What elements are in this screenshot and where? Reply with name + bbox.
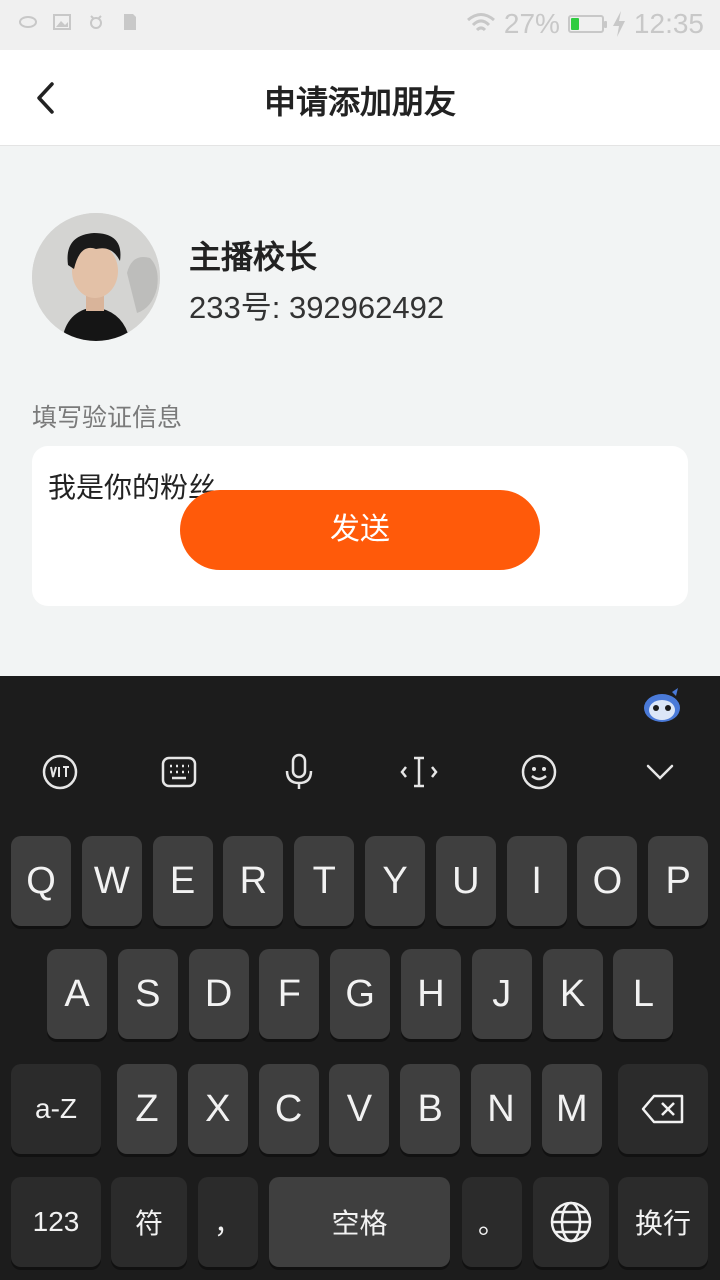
key-i[interactable]: I xyxy=(506,836,567,926)
keyboard-layout-icon[interactable] xyxy=(159,748,199,796)
key-r[interactable]: R xyxy=(223,836,284,926)
soft-keyboard: QWERTYUIOP ASDFGHJKL ZXCVBNM a-Z 123 符 ，… xyxy=(0,676,720,1280)
handwriting-icon[interactable] xyxy=(40,748,80,796)
symbols-key[interactable]: 符 xyxy=(111,1177,187,1267)
backspace-key[interactable] xyxy=(618,1064,708,1154)
key-g[interactable]: G xyxy=(330,949,391,1039)
key-o[interactable]: O xyxy=(577,836,638,926)
emoji-icon[interactable] xyxy=(519,748,559,796)
backspace-icon xyxy=(641,1094,684,1124)
header-bar: 申请添加朋友 xyxy=(0,50,720,146)
keyboard-toolbar xyxy=(0,748,720,798)
key-x[interactable]: X xyxy=(187,1064,248,1154)
status-icons-right: 27% 12:35 xyxy=(466,8,704,40)
key-z[interactable]: Z xyxy=(117,1064,177,1154)
cursor-icon[interactable] xyxy=(399,748,439,796)
period-key[interactable]: 。 xyxy=(462,1177,522,1267)
battery-percentage: 27% xyxy=(503,8,560,39)
key-j[interactable]: J xyxy=(471,949,532,1039)
clock: 12:35 xyxy=(633,8,704,39)
key-v[interactable]: V xyxy=(329,1064,390,1154)
numbers-key[interactable]: 123 xyxy=(11,1177,101,1267)
status-icons-left xyxy=(18,12,140,32)
send-button[interactable]: 发送 xyxy=(180,490,540,570)
microphone-icon[interactable] xyxy=(279,748,319,796)
key-a[interactable]: A xyxy=(47,949,107,1039)
space-key[interactable]: 空格 xyxy=(269,1177,450,1267)
key-p[interactable]: P xyxy=(648,836,709,926)
bug-icon xyxy=(90,15,102,29)
image-icon xyxy=(53,14,71,30)
key-h[interactable]: H xyxy=(401,949,461,1039)
profile-id-label: 233号: xyxy=(189,290,289,325)
language-key[interactable] xyxy=(533,1177,609,1267)
keyboard-mascot-icon[interactable] xyxy=(642,688,682,724)
collapse-keyboard-icon[interactable] xyxy=(640,748,680,796)
enter-key[interactable]: 换行 xyxy=(618,1177,708,1267)
key-f[interactable]: F xyxy=(259,949,320,1039)
key-y[interactable]: Y xyxy=(365,836,425,926)
key-d[interactable]: D xyxy=(188,949,249,1039)
key-c[interactable]: C xyxy=(258,1064,319,1154)
key-e[interactable]: E xyxy=(152,836,213,926)
status-bar: 27% 12:35 xyxy=(0,0,720,50)
key-l[interactable]: L xyxy=(613,949,674,1039)
profile-id: 233号: 392962492 xyxy=(189,282,444,327)
key-b[interactable]: B xyxy=(400,1064,461,1154)
wifi-icon xyxy=(466,13,495,32)
comma-key[interactable]: ， xyxy=(198,1177,258,1267)
verification-label: 填写验证信息 xyxy=(32,404,183,432)
sim-card-icon xyxy=(124,14,136,30)
key-q[interactable]: Q xyxy=(11,836,71,926)
charging-icon xyxy=(612,11,625,37)
profile-id-value: 392962492 xyxy=(288,290,445,325)
case-toggle-key[interactable]: a-Z xyxy=(11,1064,101,1154)
key-m[interactable]: M xyxy=(541,1064,602,1154)
battery-level xyxy=(570,18,579,30)
key-k[interactable]: K xyxy=(542,949,603,1039)
key-w[interactable]: W xyxy=(81,836,142,926)
key-u[interactable]: U xyxy=(435,836,496,926)
key-t[interactable]: T xyxy=(294,836,355,926)
battery-icon xyxy=(567,15,607,33)
globe-icon xyxy=(550,1201,592,1243)
key-s[interactable]: S xyxy=(117,949,178,1039)
avatar-portrait xyxy=(32,213,160,341)
key-n[interactable]: N xyxy=(471,1064,531,1154)
link-icon xyxy=(19,16,37,28)
profile-name: 主播校长 xyxy=(189,239,318,275)
avatar[interactable] xyxy=(32,213,160,341)
verification-card: 我是你的粉丝 发送 xyxy=(32,446,688,606)
verification-message-input[interactable]: 我是你的粉丝 xyxy=(48,466,216,506)
page-title: 申请添加朋友 xyxy=(263,84,456,120)
